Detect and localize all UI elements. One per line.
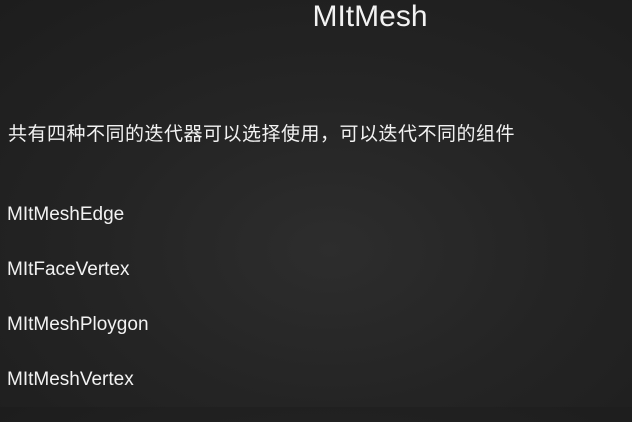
iterator-item-mitfacevertex: MItFaceVertex (7, 259, 130, 280)
iterator-item-mitmeshvertex: MItMeshVertex (7, 369, 134, 390)
intro-text: 共有四种不同的迭代器可以选择使用，可以迭代不同的组件 (8, 123, 516, 145)
iterator-list: MItMeshEdge MItFaceVertex MItMeshPloygon… (7, 202, 149, 422)
iterator-item-mitmeshploygon: MItMeshPloygon (7, 314, 149, 335)
slide-title: MItMesh (312, 0, 428, 33)
iterator-item-mitmeshedge: MItMeshEdge (7, 204, 125, 225)
slide: MItMesh 共有四种不同的迭代器可以选择使用，可以迭代不同的组件 MItMe… (0, 0, 632, 407)
